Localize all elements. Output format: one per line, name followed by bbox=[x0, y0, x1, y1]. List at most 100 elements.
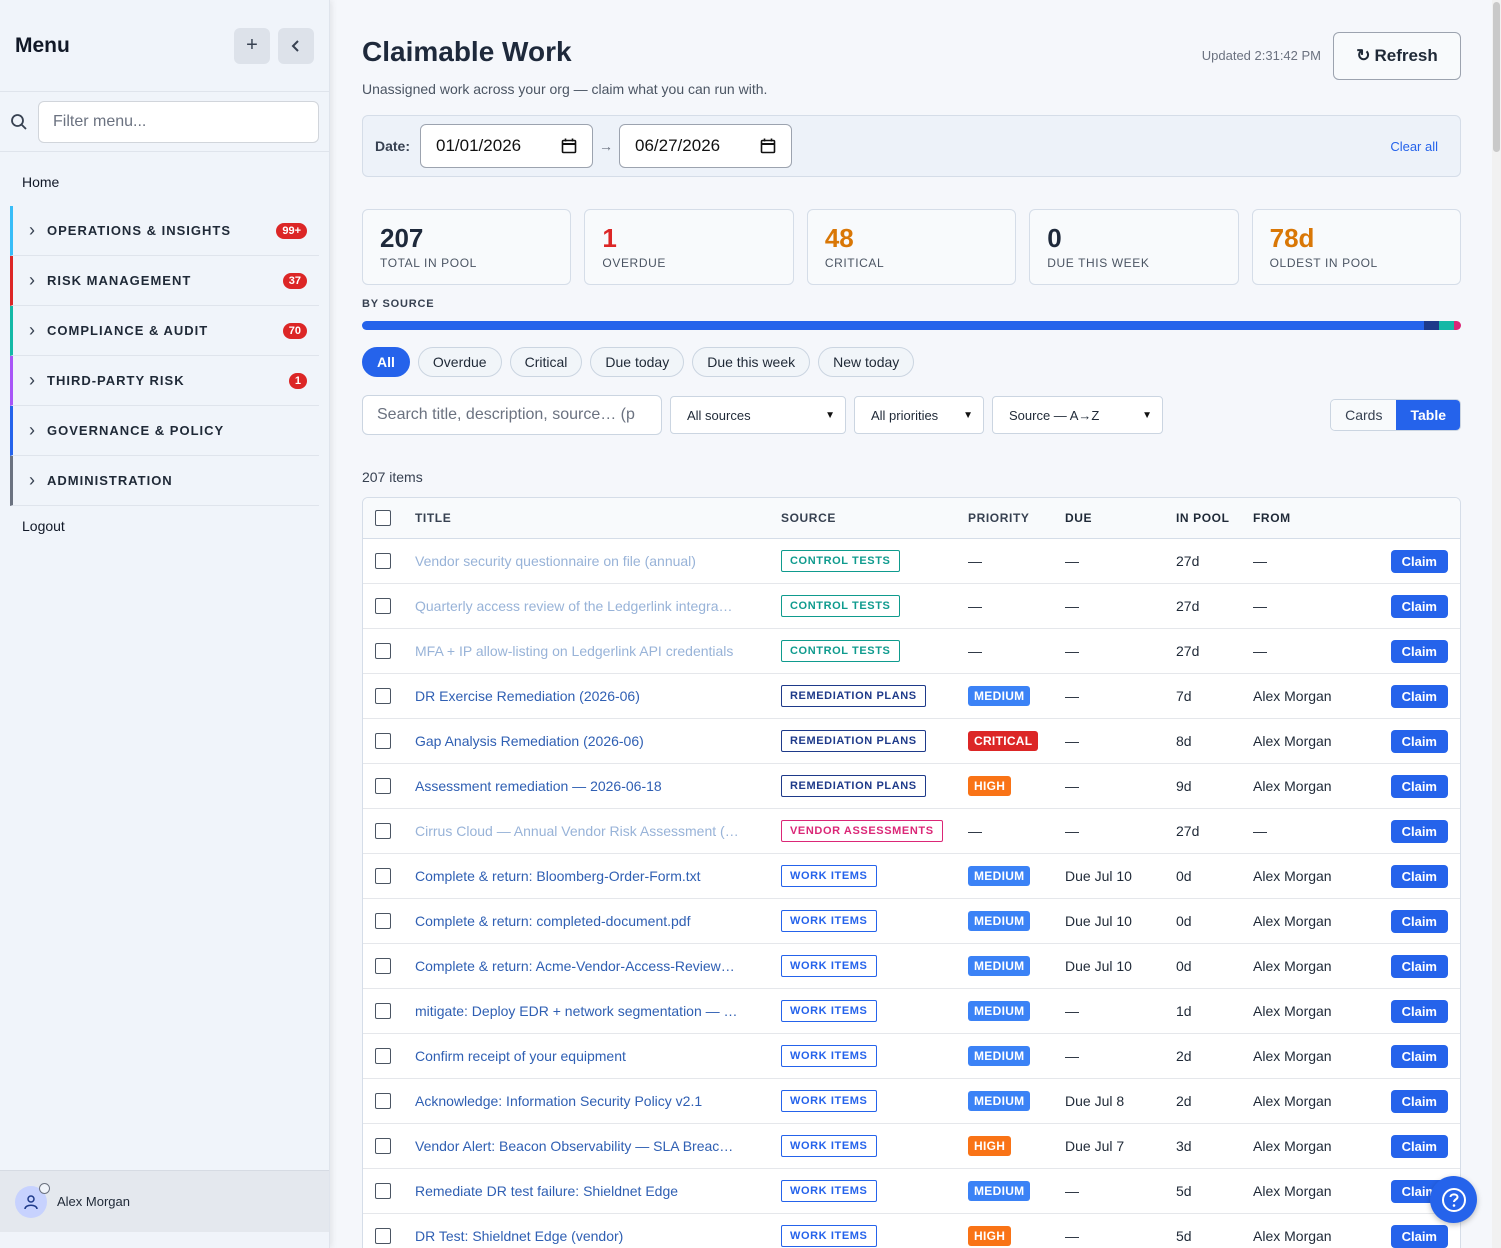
claim-button[interactable]: Claim bbox=[1390, 999, 1448, 1023]
claim-button[interactable]: Claim bbox=[1390, 774, 1448, 798]
row-title-link[interactable]: Assessment remediation — 2026-06-18 bbox=[415, 778, 781, 794]
source-select[interactable]: All sources ▼ bbox=[670, 396, 846, 434]
row-title-link[interactable]: Complete & return: completed-document.pd… bbox=[415, 913, 781, 929]
table-row[interactable]: Gap Analysis Remediation (2026-06) REMEDI… bbox=[363, 719, 1460, 764]
row-checkbox[interactable] bbox=[375, 1003, 391, 1019]
claim-button[interactable]: Claim bbox=[1390, 594, 1448, 618]
chip-due-this-week[interactable]: Due this week bbox=[692, 347, 811, 377]
row-checkbox[interactable] bbox=[375, 733, 391, 749]
sidebar-item-risk-management[interactable]: › RISK MANAGEMENT 37 bbox=[10, 256, 319, 306]
column-from[interactable]: FROM bbox=[1253, 511, 1380, 525]
column-in-pool[interactable]: IN POOL bbox=[1176, 511, 1253, 525]
chip-all[interactable]: All bbox=[362, 347, 410, 377]
row-checkbox[interactable] bbox=[375, 958, 391, 974]
row-title-link[interactable]: Vendor security questionnaire on file (a… bbox=[415, 553, 781, 569]
table-view-button[interactable]: Table bbox=[1396, 400, 1460, 430]
sidebar-item-administration[interactable]: › ADMINISTRATION bbox=[10, 456, 319, 506]
table-row[interactable]: Remediate DR test failure: Shieldnet Edg… bbox=[363, 1169, 1460, 1214]
claim-button[interactable]: Claim bbox=[1390, 954, 1448, 978]
claim-button[interactable]: Claim bbox=[1390, 819, 1448, 843]
row-checkbox[interactable] bbox=[375, 688, 391, 704]
table-row[interactable]: MFA + IP allow-listing on Ledgerlink API… bbox=[363, 629, 1460, 674]
collapse-sidebar-button[interactable] bbox=[278, 27, 314, 64]
row-title-link[interactable]: Complete & return: Acme-Vendor-Access-Re… bbox=[415, 958, 781, 974]
table-row[interactable]: mitigate: Deploy EDR + network segmentat… bbox=[363, 989, 1460, 1034]
column-due[interactable]: DUE bbox=[1065, 511, 1176, 525]
table-row[interactable]: Complete & return: Acme-Vendor-Access-Re… bbox=[363, 944, 1460, 989]
row-checkbox[interactable] bbox=[375, 913, 391, 929]
row-checkbox[interactable] bbox=[375, 823, 391, 839]
sidebar-item-compliance-audit[interactable]: › COMPLIANCE & AUDIT 70 bbox=[10, 306, 319, 356]
chip-overdue[interactable]: Overdue bbox=[417, 347, 502, 377]
row-title-link[interactable]: Confirm receipt of your equipment bbox=[415, 1048, 781, 1064]
row-title-link[interactable]: Vendor Alert: Beacon Observability — SLA… bbox=[415, 1138, 781, 1154]
row-title-link[interactable]: Complete & return: Bloomberg-Order-Form.… bbox=[415, 868, 781, 884]
user-footer[interactable]: Alex Morgan bbox=[0, 1170, 329, 1232]
row-checkbox[interactable] bbox=[375, 643, 391, 659]
refresh-button[interactable]: ↻ Refresh bbox=[1333, 32, 1461, 80]
claim-button[interactable]: Claim bbox=[1390, 729, 1448, 753]
table-row[interactable]: Vendor security questionnaire on file (a… bbox=[363, 539, 1460, 584]
claim-button[interactable]: Claim bbox=[1390, 1044, 1448, 1068]
help-button[interactable] bbox=[1430, 1176, 1477, 1223]
row-checkbox[interactable] bbox=[375, 778, 391, 794]
column-priority[interactable]: PRIORITY bbox=[968, 511, 1065, 525]
row-checkbox[interactable] bbox=[375, 598, 391, 614]
row-title-link[interactable]: Cirrus Cloud — Annual Vendor Risk Assess… bbox=[415, 823, 781, 839]
sort-select[interactable]: Source — A→Z ▼ bbox=[992, 396, 1163, 434]
sidebar-item-third-party-risk[interactable]: › THIRD-PARTY RISK 1 bbox=[10, 356, 319, 406]
date-to-input[interactable]: 06/27/2026 bbox=[619, 124, 793, 168]
row-title-link[interactable]: Quarterly access review of the Ledgerlin… bbox=[415, 598, 781, 614]
row-title-link[interactable]: Acknowledge: Information Security Policy… bbox=[415, 1093, 781, 1109]
row-checkbox[interactable] bbox=[375, 1228, 391, 1244]
table-row[interactable]: Complete & return: completed-document.pd… bbox=[363, 899, 1460, 944]
table-row[interactable]: Confirm receipt of your equipment WORK IT… bbox=[363, 1034, 1460, 1079]
row-checkbox[interactable] bbox=[375, 1183, 391, 1199]
column-source[interactable]: SOURCE bbox=[781, 511, 968, 525]
row-checkbox[interactable] bbox=[375, 1048, 391, 1064]
page-scrollbar[interactable] bbox=[1492, 0, 1501, 1248]
date-from-input[interactable]: 01/01/2026 bbox=[420, 124, 594, 168]
sidebar-item-governance-policy[interactable]: › GOVERNANCE & POLICY bbox=[10, 406, 319, 456]
row-checkbox[interactable] bbox=[375, 553, 391, 569]
row-title-link[interactable]: mitigate: Deploy EDR + network segmentat… bbox=[415, 1003, 781, 1019]
table-row[interactable]: DR Exercise Remediation (2026-06) REMEDIA… bbox=[363, 674, 1460, 719]
sidebar-item-operations-insights[interactable]: › OPERATIONS & INSIGHTS 99+ bbox=[10, 206, 319, 256]
filter-menu-input[interactable] bbox=[38, 100, 319, 143]
claim-button[interactable]: Claim bbox=[1390, 684, 1448, 708]
add-menu-button[interactable]: + bbox=[234, 27, 270, 64]
row-checkbox[interactable] bbox=[375, 868, 391, 884]
table-row[interactable]: Assessment remediation — 2026-06-18 REMED… bbox=[363, 764, 1460, 809]
table-row[interactable]: DR Test: Shieldnet Edge (vendor) WORK ITE… bbox=[363, 1214, 1460, 1248]
logout-link[interactable]: Logout bbox=[0, 506, 329, 546]
chip-new-today[interactable]: New today bbox=[818, 347, 915, 377]
row-title-link[interactable]: DR Test: Shieldnet Edge (vendor) bbox=[415, 1228, 781, 1244]
claim-button[interactable]: Claim bbox=[1390, 1134, 1448, 1158]
table-row[interactable]: Complete & return: Bloomberg-Order-Form.… bbox=[363, 854, 1460, 899]
chip-critical[interactable]: Critical bbox=[509, 347, 583, 377]
chip-due-today[interactable]: Due today bbox=[590, 347, 685, 377]
column-title[interactable]: TITLE bbox=[415, 511, 781, 525]
search-input[interactable] bbox=[362, 395, 662, 435]
claim-button[interactable]: Claim bbox=[1390, 549, 1448, 573]
claim-button[interactable]: Claim bbox=[1390, 639, 1448, 663]
select-all-checkbox[interactable] bbox=[375, 510, 391, 526]
row-checkbox[interactable] bbox=[375, 1138, 391, 1154]
table-row[interactable]: Quarterly access review of the Ledgerlin… bbox=[363, 584, 1460, 629]
claim-button[interactable]: Claim bbox=[1390, 864, 1448, 888]
priority-select[interactable]: All priorities ▼ bbox=[854, 396, 984, 434]
cards-view-button[interactable]: Cards bbox=[1331, 400, 1397, 430]
row-checkbox[interactable] bbox=[375, 1093, 391, 1109]
table-row[interactable]: Acknowledge: Information Security Policy… bbox=[363, 1079, 1460, 1124]
clear-all-link[interactable]: Clear all bbox=[1390, 139, 1438, 154]
row-title-link[interactable]: Gap Analysis Remediation (2026-06) bbox=[415, 733, 781, 749]
claim-button[interactable]: Claim bbox=[1390, 1089, 1448, 1113]
scrollbar-thumb[interactable] bbox=[1493, 2, 1500, 152]
claim-button[interactable]: Claim bbox=[1390, 909, 1448, 933]
row-title-link[interactable]: MFA + IP allow-listing on Ledgerlink API… bbox=[415, 643, 781, 659]
row-title-link[interactable]: Remediate DR test failure: Shieldnet Edg… bbox=[415, 1183, 781, 1199]
row-title-link[interactable]: DR Exercise Remediation (2026-06) bbox=[415, 688, 781, 704]
table-row[interactable]: Vendor Alert: Beacon Observability — SLA… bbox=[363, 1124, 1460, 1169]
sidebar-item-home[interactable]: Home bbox=[0, 152, 329, 206]
claim-button[interactable]: Claim bbox=[1390, 1224, 1448, 1248]
